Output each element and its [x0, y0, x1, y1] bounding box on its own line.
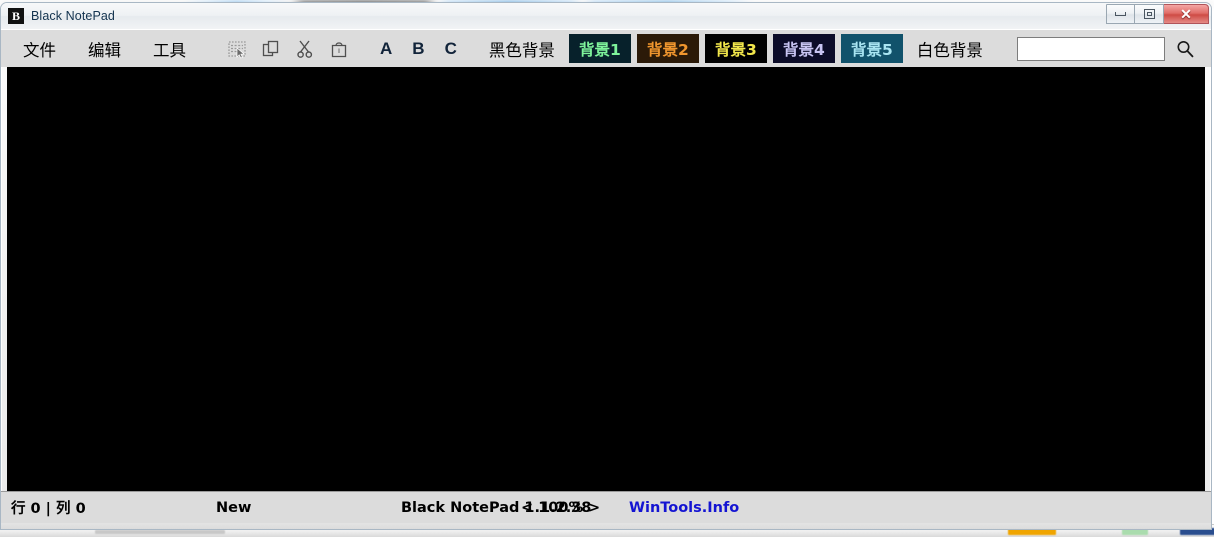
theme-button-1[interactable]: 背景1 [569, 34, 631, 63]
font-style-group: A B C [380, 39, 457, 59]
status-brand-link[interactable]: WinTools.Info [629, 500, 739, 516]
black-background-button[interactable]: 黑色背景 [489, 37, 555, 61]
search-icon[interactable] [1175, 39, 1195, 59]
font-c-button[interactable]: C [445, 39, 457, 59]
black-notepad-window: B Black NotePad ✕ 文件 编辑 工具 [0, 2, 1212, 530]
font-a-button[interactable]: A [380, 39, 392, 59]
menu-file[interactable]: 文件 [23, 37, 56, 61]
minimize-icon [1115, 12, 1126, 16]
window-bottom-padding [1, 523, 1211, 529]
select-all-icon[interactable] [226, 38, 248, 60]
taskbar-text-blur [95, 530, 225, 534]
maximize-button[interactable] [1135, 4, 1164, 24]
search-input[interactable] [1017, 37, 1165, 61]
menu-tools[interactable]: 工具 [153, 37, 186, 61]
menu-edit[interactable]: 编辑 [88, 37, 121, 61]
minimize-button[interactable] [1106, 4, 1135, 24]
theme-button-4[interactable]: 背景4 [773, 34, 835, 63]
toolbar-icon-group [226, 38, 350, 60]
theme-button-2[interactable]: 背景2 [637, 34, 699, 63]
theme-button-3[interactable]: 背景3 [705, 34, 767, 63]
black-notepad-icon: B [8, 8, 24, 24]
status-row-col: 行 0 | 列 0 [11, 497, 216, 518]
status-bar: 行 0 | 列 0 New Black NotePad 1.1.2.38 < 1… [1, 491, 1211, 523]
status-zoom-control[interactable]: < 100% > [521, 500, 629, 516]
paste-icon[interactable] [328, 38, 350, 60]
cut-icon[interactable] [294, 38, 316, 60]
window-title: Black NotePad [31, 9, 115, 23]
maximize-icon [1144, 9, 1155, 19]
status-document-name: New [216, 500, 401, 516]
close-icon: ✕ [1180, 7, 1192, 21]
status-version: Black NotePad 1.1.2.38 [401, 500, 521, 516]
theme-button-group: 背景1 背景2 背景3 背景4 背景5 [569, 34, 903, 63]
text-editor-area[interactable] [7, 67, 1205, 491]
white-background-button[interactable]: 白色背景 [917, 37, 983, 61]
font-b-button[interactable]: B [412, 39, 424, 59]
window-controls: ✕ [1106, 4, 1209, 24]
copy-icon[interactable] [260, 38, 282, 60]
toolbar: 文件 编辑 工具 [1, 29, 1211, 67]
theme-button-5[interactable]: 背景5 [841, 34, 903, 63]
close-button[interactable]: ✕ [1164, 4, 1209, 24]
search-area [1017, 37, 1195, 61]
title-bar[interactable]: B Black NotePad ✕ [1, 3, 1211, 29]
